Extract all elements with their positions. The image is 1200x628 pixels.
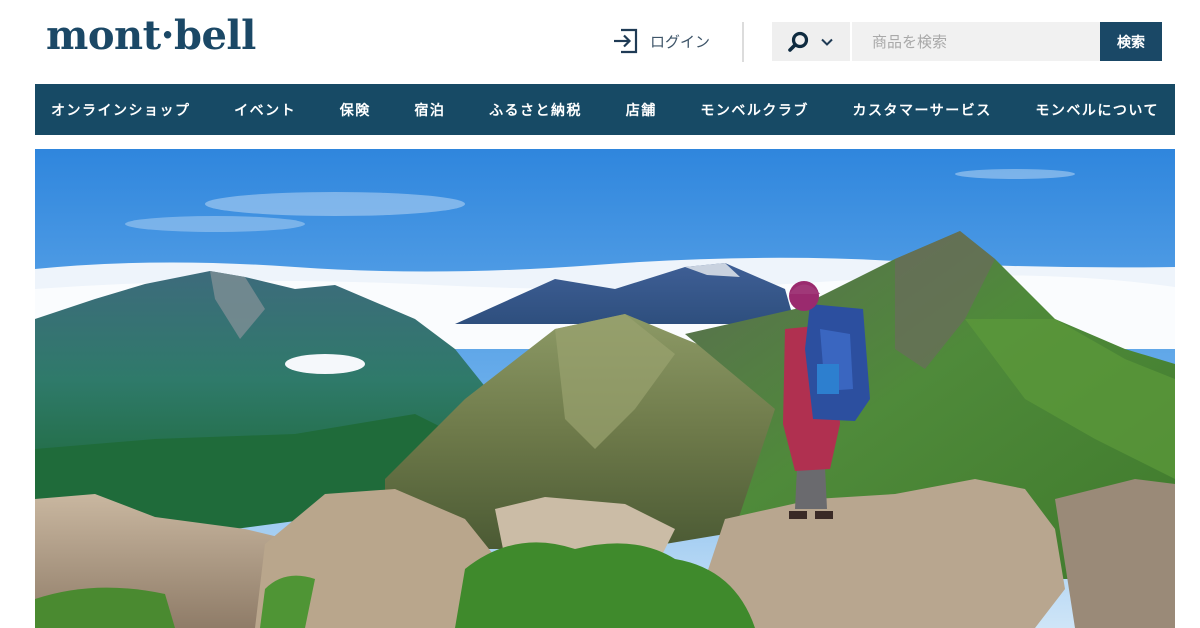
hero-banner[interactable] — [35, 149, 1175, 628]
nav-item-lodging[interactable]: 宿泊 — [414, 100, 445, 120]
nav-item-montbell-club[interactable]: モンベルクラブ — [700, 100, 809, 120]
login-label: ログイン — [650, 32, 711, 51]
site-header: mont·bell ログイン 検索 — [0, 0, 1200, 84]
search-input[interactable] — [852, 22, 1100, 61]
montbell-logo[interactable]: mont·bell — [46, 12, 256, 59]
search-button[interactable]: 検索 — [1100, 22, 1162, 61]
nav-item-online-shop[interactable]: オンラインショップ — [51, 100, 191, 120]
search-icon — [788, 31, 809, 52]
login-link[interactable]: ログイン — [612, 26, 710, 56]
nav-item-insurance[interactable]: 保険 — [340, 100, 371, 120]
nav-item-furusato-tax[interactable]: ふるさと納税 — [489, 100, 582, 120]
nav-item-stores[interactable]: 店舗 — [626, 100, 657, 120]
search-scope-dropdown[interactable] — [772, 22, 850, 61]
main-nav: オンラインショップ イベント 保険 宿泊 ふるさと納税 店舗 モンベルクラブ カ… — [35, 84, 1175, 135]
login-arrow-icon — [614, 28, 638, 54]
header-divider — [742, 22, 744, 62]
nav-item-events[interactable]: イベント — [234, 100, 296, 120]
nav-item-about[interactable]: モンベルについて — [1035, 100, 1159, 120]
nav-item-customer-service[interactable]: カスタマーサービス — [852, 100, 991, 120]
hero-mountain-image — [35, 149, 1175, 628]
chevron-down-icon — [821, 38, 833, 46]
